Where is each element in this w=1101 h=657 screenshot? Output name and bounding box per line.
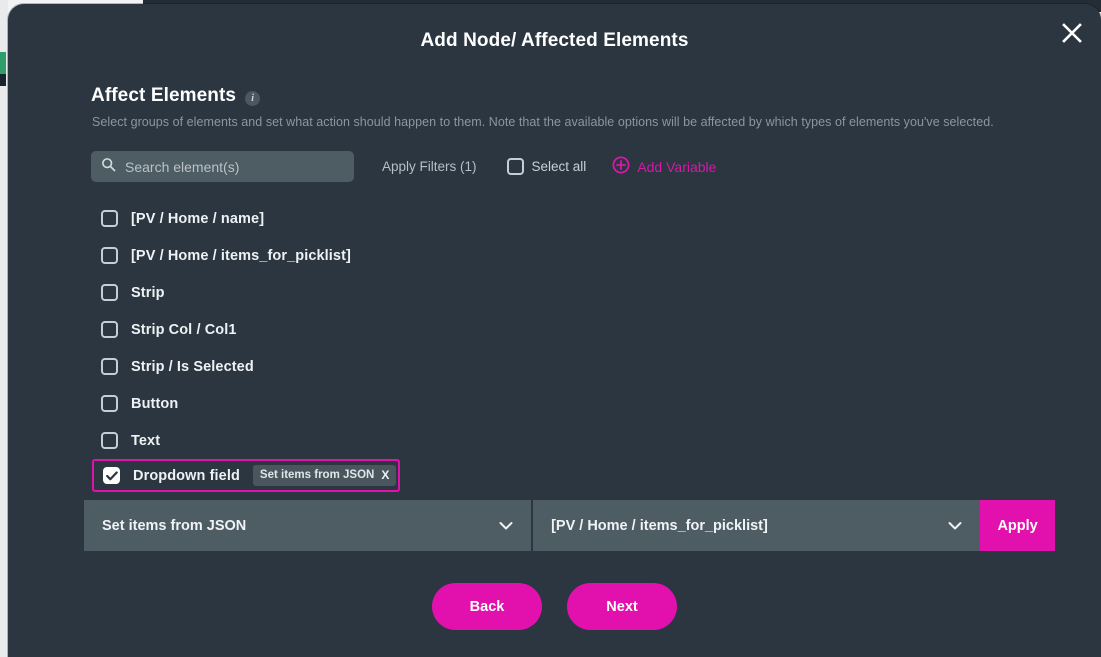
section-header: Affect Elements i: [91, 85, 261, 107]
element-label: Strip: [131, 284, 165, 301]
element-label: Text: [131, 432, 161, 449]
action-bar: Set items from JSON [PV / Home / items_f…: [84, 500, 1056, 551]
add-variable-label: Add Variable: [637, 158, 717, 175]
element-checkbox[interactable]: [101, 432, 118, 449]
element-row[interactable]: Strip Col / Col1: [101, 311, 961, 348]
screen: Add Node/ Affected Elements Affect Eleme…: [0, 0, 1101, 657]
apply-filters-button[interactable]: Apply Filters (1): [382, 159, 477, 174]
element-checkbox[interactable]: [101, 284, 118, 301]
element-checkbox[interactable]: [101, 395, 118, 412]
background-left-strip: [0, 0, 8, 657]
element-checkbox[interactable]: [101, 358, 118, 375]
target-select[interactable]: [PV / Home / items_for_picklist]: [533, 500, 981, 551]
chip-label: Set items from JSON: [259, 469, 375, 481]
plus-circle-icon: [612, 156, 630, 177]
element-checkbox[interactable]: [101, 321, 118, 338]
close-icon[interactable]: [1055, 16, 1089, 50]
action-select[interactable]: Set items from JSON: [84, 500, 532, 551]
search-field[interactable]: [91, 151, 354, 182]
element-checkbox[interactable]: [101, 247, 118, 264]
select-all-control[interactable]: Select all: [506, 158, 587, 175]
element-label: Strip Col / Col1: [131, 321, 237, 338]
next-button[interactable]: Next: [567, 583, 677, 630]
info-icon[interactable]: i: [245, 90, 261, 106]
section-description: Select groups of elements and set what a…: [92, 115, 994, 129]
element-checkbox[interactable]: [103, 467, 120, 484]
element-row[interactable]: Button: [101, 385, 961, 422]
element-row[interactable]: Strip / Is Selected: [101, 348, 961, 385]
search-input[interactable]: [123, 157, 344, 176]
dialog-title: Add Node/ Affected Elements: [420, 30, 689, 51]
section-title: Affect Elements: [91, 85, 237, 106]
chevron-down-icon: [499, 521, 513, 530]
target-select-value: [PV / Home / items_for_picklist]: [551, 517, 768, 534]
element-label: [PV / Home / items_for_picklist]: [131, 247, 351, 264]
dialog-footer: Back Next: [8, 583, 1101, 630]
element-row[interactable]: Dropdown field Set items from JSON X: [92, 459, 400, 492]
element-label: Strip / Is Selected: [131, 358, 254, 375]
apply-button[interactable]: Apply: [980, 500, 1056, 551]
add-node-dialog: Add Node/ Affected Elements Affect Eleme…: [8, 4, 1101, 657]
select-all-checkbox[interactable]: [506, 158, 524, 175]
element-checkbox[interactable]: [101, 210, 118, 227]
element-label: Dropdown field: [133, 467, 240, 484]
background-green-marker: [0, 52, 6, 74]
chip-remove-icon[interactable]: X: [381, 468, 389, 482]
background-dark-marker: [0, 74, 6, 86]
action-select-value: Set items from JSON: [102, 517, 247, 534]
chevron-down-icon: [948, 521, 962, 530]
back-button[interactable]: Back: [432, 583, 542, 630]
element-action-chip[interactable]: Set items from JSON X: [252, 465, 397, 486]
element-list: [PV / Home / name] [PV / Home / items_for…: [92, 200, 961, 492]
element-row[interactable]: Text: [101, 422, 961, 459]
element-label: Button: [131, 395, 179, 412]
elements-toolbar: Apply Filters (1) Select all Add Variabl…: [91, 151, 716, 182]
element-row[interactable]: [PV / Home / items_for_picklist]: [101, 237, 961, 274]
element-row[interactable]: [PV / Home / name]: [101, 200, 961, 237]
add-variable-button[interactable]: Add Variable: [612, 156, 716, 177]
element-row[interactable]: Strip: [101, 274, 961, 311]
element-label: [PV / Home / name]: [131, 210, 265, 227]
search-icon: [101, 157, 116, 177]
select-all-label: Select all: [531, 159, 587, 174]
